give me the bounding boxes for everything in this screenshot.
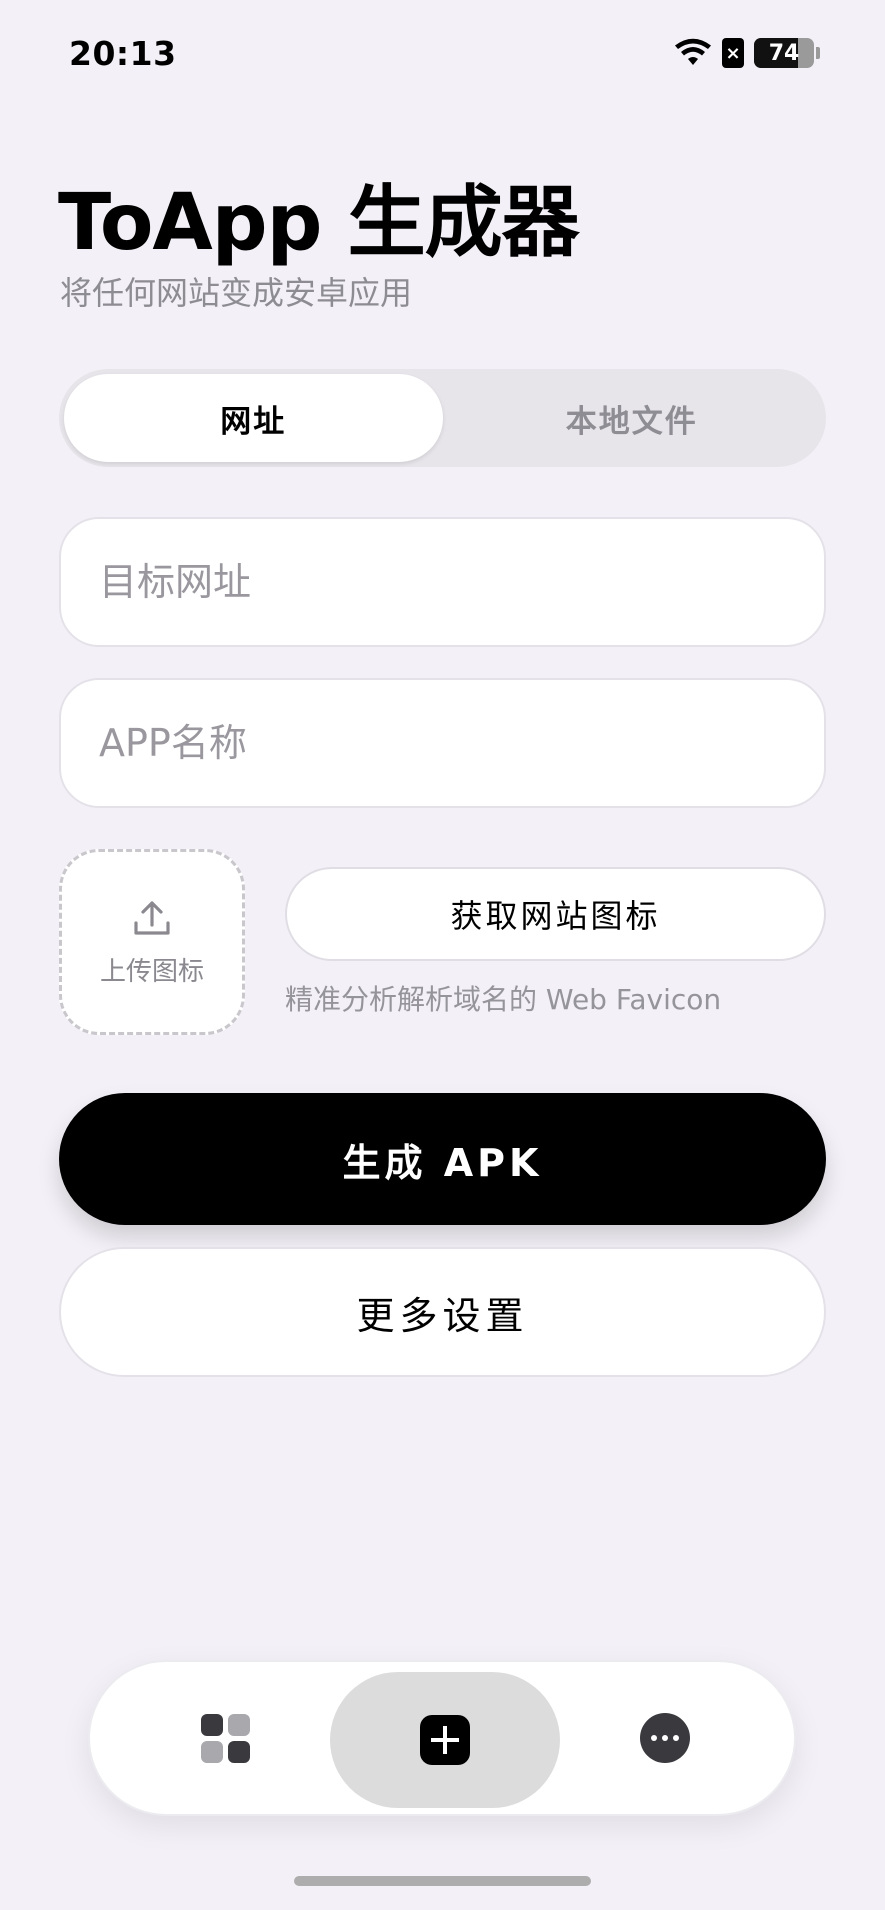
battery-tip (816, 47, 820, 59)
tab-local-file[interactable]: 本地文件 (443, 374, 822, 462)
fetch-favicon-button[interactable]: 获取网站图标 (285, 867, 826, 961)
tab-url[interactable]: 网址 (64, 374, 443, 462)
url-input[interactable] (61, 519, 824, 645)
status-time: 20:13 (69, 34, 177, 73)
generate-apk-button[interactable]: 生成 APK (59, 1093, 826, 1225)
app-name-input[interactable] (61, 680, 824, 806)
more-settings-button[interactable]: 更多设置 (59, 1247, 826, 1377)
grid-icon (200, 1713, 250, 1763)
add-icon (420, 1715, 470, 1765)
home-indicator[interactable] (294, 1876, 591, 1886)
wifi-icon (675, 38, 711, 65)
no-sim-icon: × (722, 38, 744, 68)
url-field (59, 517, 826, 647)
upload-icon (134, 900, 170, 935)
page-title: ToApp 生成器 (58, 178, 580, 268)
status-icons: × 74 (674, 38, 820, 68)
upload-icon-button[interactable]: 上传图标 (59, 849, 245, 1035)
bottom-nav (88, 1660, 796, 1816)
battery-level: 74 (768, 40, 800, 66)
source-segmented-control: 网址 本地文件 (59, 369, 826, 467)
nav-item-create[interactable] (330, 1672, 560, 1808)
screen: 20:13 × 74 ToApp 生成器 将任何网站变成安卓应用 网址 本地文件… (0, 0, 885, 1910)
battery-icon: 74 (754, 38, 814, 68)
page-subtitle: 将任何网站变成安卓应用 (60, 274, 413, 312)
app-name-field (59, 678, 826, 808)
more-icon (640, 1713, 690, 1763)
upload-label: 上传图标 (99, 956, 204, 987)
nav-item-apps[interactable] (150, 1662, 300, 1814)
nav-item-more[interactable] (590, 1662, 740, 1814)
fetch-hint: 精准分析解析域名的 Web Favicon (285, 983, 722, 1016)
